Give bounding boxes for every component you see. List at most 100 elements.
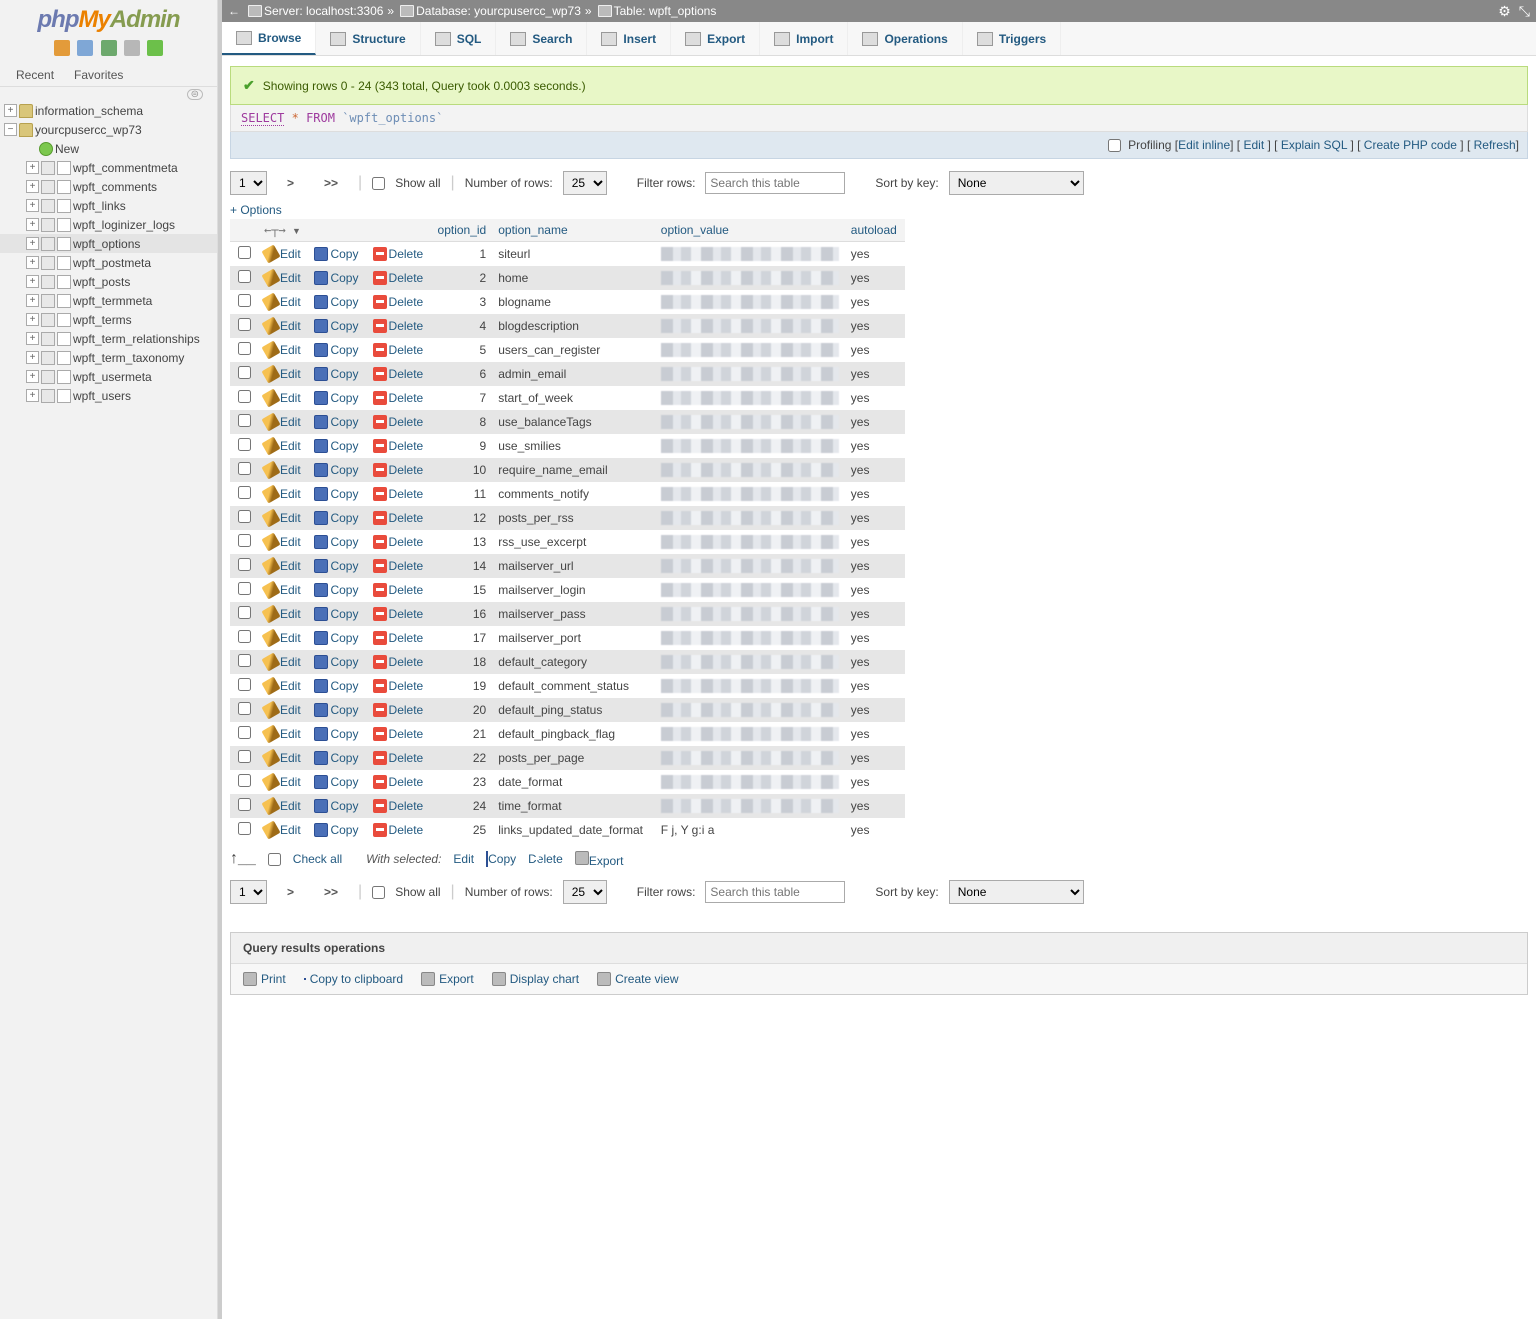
table-structure-icon[interactable] <box>57 199 71 213</box>
row-delete[interactable]: Delete <box>367 266 432 290</box>
tree-new[interactable]: New <box>55 142 79 156</box>
tab-import[interactable]: Import <box>760 22 848 55</box>
table-browse-icon[interactable] <box>41 294 55 308</box>
row-delete[interactable]: Delete <box>367 818 432 842</box>
tab-browse[interactable]: Browse <box>222 22 316 55</box>
table-structure-icon[interactable] <box>57 389 71 403</box>
edit-inline-link[interactable]: Edit inline <box>1178 138 1230 152</box>
row-edit[interactable]: Edit <box>258 314 308 338</box>
row-checkbox[interactable] <box>238 726 251 739</box>
col-option-value[interactable]: option_value <box>655 219 845 242</box>
row-delete[interactable]: Delete <box>367 554 432 578</box>
next-page[interactable]: > <box>277 882 304 902</box>
row-checkbox[interactable] <box>238 366 251 379</box>
nav-back-icon[interactable]: ← <box>228 4 240 18</box>
sort-key-select[interactable]: None <box>949 171 1084 195</box>
table-structure-icon[interactable] <box>57 218 71 232</box>
row-edit[interactable]: Edit <box>258 242 308 267</box>
row-checkbox[interactable] <box>238 294 251 307</box>
row-edit[interactable]: Edit <box>258 482 308 506</box>
tree-table[interactable]: wpft_postmeta <box>73 256 151 270</box>
row-copy[interactable]: Copy <box>308 290 366 314</box>
row-edit[interactable]: Edit <box>258 290 308 314</box>
rows-select[interactable]: 25 <box>563 880 607 904</box>
phpmyadmin-logo[interactable]: phpMyAdmin <box>0 0 217 36</box>
expand-icon[interactable]: + <box>26 218 39 231</box>
row-copy[interactable]: Copy <box>308 746 366 770</box>
tab-search[interactable]: Search <box>496 22 587 55</box>
row-delete[interactable]: Delete <box>367 578 432 602</box>
row-delete[interactable]: Delete <box>367 482 432 506</box>
expand-icon[interactable]: + <box>26 370 39 383</box>
tab-insert[interactable]: Insert <box>587 22 671 55</box>
filter-input[interactable] <box>705 881 845 903</box>
ops-print[interactable]: Print <box>243 972 286 986</box>
expand-icon[interactable]: + <box>26 313 39 326</box>
table-browse-icon[interactable] <box>41 370 55 384</box>
expand-icon[interactable]: + <box>4 104 17 117</box>
row-delete[interactable]: Delete <box>367 314 432 338</box>
row-checkbox[interactable] <box>238 510 251 523</box>
row-edit[interactable]: Edit <box>258 530 308 554</box>
sidebar-tab-recent[interactable]: Recent <box>6 64 64 86</box>
table-browse-icon[interactable] <box>41 332 55 346</box>
refresh-link[interactable]: Refresh <box>1474 138 1516 152</box>
rows-select[interactable]: 25 <box>563 171 607 195</box>
row-delete[interactable]: Delete <box>367 770 432 794</box>
row-checkbox[interactable] <box>238 678 251 691</box>
row-checkbox[interactable] <box>238 606 251 619</box>
row-delete[interactable]: Delete <box>367 338 432 362</box>
row-copy[interactable]: Copy <box>308 578 366 602</box>
table-structure-icon[interactable] <box>57 332 71 346</box>
row-copy[interactable]: Copy <box>308 698 366 722</box>
row-delete[interactable]: Delete <box>367 386 432 410</box>
ops-copy-clipboard[interactable]: Copy to clipboard <box>304 972 403 986</box>
sort-direction-icons[interactable]: ←┬→ <box>264 223 286 237</box>
row-copy[interactable]: Copy <box>308 530 366 554</box>
row-checkbox[interactable] <box>238 654 251 667</box>
expand-icon[interactable]: + <box>26 237 39 250</box>
tab-sql[interactable]: SQL <box>421 22 497 55</box>
row-delete[interactable]: Delete <box>367 746 432 770</box>
row-checkbox[interactable] <box>238 486 251 499</box>
row-edit[interactable]: Edit <box>258 362 308 386</box>
tree-table[interactable]: wpft_usermeta <box>73 370 152 384</box>
table-browse-icon[interactable] <box>41 237 55 251</box>
expand-icon[interactable]: + <box>26 275 39 288</box>
row-checkbox[interactable] <box>238 822 251 835</box>
row-copy[interactable]: Copy <box>308 626 366 650</box>
ops-export[interactable]: Export <box>421 972 474 986</box>
row-copy[interactable]: Copy <box>308 386 366 410</box>
checkall-link[interactable]: Check all <box>293 852 342 866</box>
row-copy[interactable]: Copy <box>308 602 366 626</box>
tree-db[interactable]: yourcpusercc_wp73 <box>35 123 142 137</box>
home-icon[interactable] <box>54 40 70 56</box>
table-structure-icon[interactable] <box>57 237 71 251</box>
row-copy[interactable]: Copy <box>308 554 366 578</box>
breadcrumb-table[interactable]: Table: wpft_options <box>614 4 717 18</box>
explain-sql-link[interactable]: Explain SQL <box>1281 138 1347 152</box>
row-copy[interactable]: Copy <box>308 794 366 818</box>
row-copy[interactable]: Copy <box>308 458 366 482</box>
table-structure-icon[interactable] <box>57 313 71 327</box>
row-copy[interactable]: Copy <box>308 818 366 842</box>
next-page[interactable]: > <box>277 173 304 193</box>
table-structure-icon[interactable] <box>57 370 71 384</box>
row-edit[interactable]: Edit <box>258 338 308 362</box>
profiling-checkbox[interactable] <box>1108 139 1121 152</box>
tab-triggers[interactable]: Triggers <box>963 22 1061 55</box>
row-edit[interactable]: Edit <box>258 410 308 434</box>
create-php-code-link[interactable]: Create PHP code <box>1364 138 1457 152</box>
row-edit[interactable]: Edit <box>258 746 308 770</box>
row-edit[interactable]: Edit <box>258 794 308 818</box>
tree-table[interactable]: wpft_commentmeta <box>73 161 178 175</box>
row-checkbox[interactable] <box>238 246 251 259</box>
col-option-name[interactable]: option_name <box>492 219 655 242</box>
row-delete[interactable]: Delete <box>367 506 432 530</box>
table-browse-icon[interactable] <box>41 313 55 327</box>
row-checkbox[interactable] <box>238 342 251 355</box>
row-copy[interactable]: Copy <box>308 482 366 506</box>
expand-icon[interactable]: + <box>26 180 39 193</box>
row-checkbox[interactable] <box>238 750 251 763</box>
row-copy[interactable]: Copy <box>308 242 366 267</box>
